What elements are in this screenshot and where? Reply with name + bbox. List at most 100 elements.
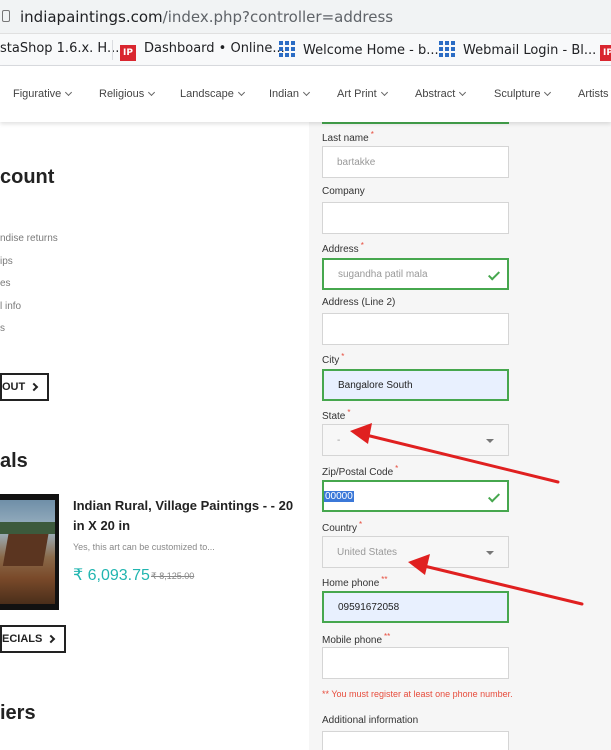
product-title[interactable]: Indian Rural, Village Paintings - - 20 i… (73, 496, 298, 536)
painting-thumbnail (0, 500, 55, 604)
chevron-right-icon (29, 382, 39, 392)
bookmark-prestashop[interactable]: estaShop 1.6.x. H... (0, 41, 119, 56)
account-link-slips[interactable]: ips (0, 256, 13, 267)
required-mark: ** (384, 632, 391, 641)
nav-label: Religious (99, 88, 145, 100)
nav-label: Art Print (337, 88, 377, 100)
grid-icon (439, 41, 455, 57)
bookmark-separator (112, 40, 113, 60)
nav-label: Landscape (180, 88, 234, 100)
url-text[interactable]: indiapaintings.com/index.php?controller=… (20, 8, 393, 26)
account-link-personal-info[interactable]: l info (0, 301, 21, 312)
dropdown-caret-icon (486, 551, 494, 555)
state-select[interactable]: - (322, 424, 509, 456)
chevron-down-icon (65, 88, 73, 97)
chevron-down-icon (237, 88, 245, 97)
account-link-returns[interactable]: ndise returns (0, 233, 58, 244)
required-mark: * (360, 241, 364, 250)
country-select[interactable]: United States (322, 536, 509, 568)
chevron-down-icon (544, 88, 552, 97)
bookmark-overflow[interactable]: IP (600, 41, 611, 61)
nav-art-print[interactable]: Art Print (337, 88, 388, 100)
additional-info-field[interactable] (322, 731, 509, 750)
site-nav: Figurative Religious Landscape Indian Ar… (0, 66, 611, 122)
nav-label: Artists (578, 88, 609, 100)
label-text: Home phone (322, 578, 380, 589)
suppliers-heading: iers (0, 702, 36, 724)
label-text: Address (322, 244, 359, 255)
account-link-addresses[interactable]: es (0, 278, 11, 289)
grid-icon (279, 41, 295, 57)
sign-out-button[interactable]: OUT (0, 373, 50, 401)
check-icon (487, 490, 501, 503)
mobile-phone-field[interactable] (322, 647, 509, 679)
address-form: Last name * bartakke Company Address * sug… (309, 118, 611, 750)
button-label: ECIALS (2, 633, 43, 645)
city-label: City * (322, 352, 344, 366)
nav-sculpture[interactable]: Sculpture (494, 88, 552, 100)
required-mark: * (370, 130, 374, 139)
field-value: 09591672058 (338, 601, 400, 613)
account-link-vouchers[interactable]: s (0, 323, 5, 334)
bookmark-welcome-home[interactable]: Welcome Home - b... (279, 41, 439, 58)
label-text: State (322, 411, 346, 422)
bookmark-dashboard[interactable]: IP Dashboard • Online... (120, 41, 285, 61)
bookmark-label: Dashboard • Online... (144, 41, 285, 56)
label-text: Mobile phone (322, 635, 383, 646)
nav-religious[interactable]: Religious (99, 88, 156, 100)
url-host: indiapaintings.com (20, 8, 163, 26)
check-icon (487, 268, 501, 281)
button-label: OUT (2, 381, 26, 393)
bookmark-webmail[interactable]: Webmail Login - Bl... (439, 41, 596, 58)
address2-label: Address (Line 2) (322, 297, 396, 308)
chevron-down-icon (380, 88, 388, 97)
lastname-label: Last name * (322, 130, 374, 144)
required-mark: * (359, 520, 363, 529)
bookmark-label: Welcome Home - b... (303, 43, 439, 58)
nav-figurative[interactable]: Figurative (13, 88, 73, 100)
field-value: sugandha patil mala (338, 268, 428, 280)
nav-label: Figurative (13, 88, 62, 100)
account-heading: count (0, 166, 55, 188)
nav-artists[interactable]: Artists (578, 88, 609, 100)
required-mark: * (395, 464, 399, 473)
required-mark: ** (381, 575, 388, 584)
bookmarks-bar: estaShop 1.6.x. H... IP Dashboard • Onlin… (0, 34, 611, 66)
product-image[interactable] (0, 494, 59, 610)
address-field[interactable]: sugandha patil mala (322, 258, 509, 290)
ip-logo-icon: IP (600, 45, 611, 61)
nav-indian[interactable]: Indian (269, 88, 311, 100)
field-value: - (337, 434, 341, 446)
lastname-field[interactable]: bartakke (322, 146, 509, 178)
nav-label: Sculpture (494, 88, 541, 100)
product-price: ₹ 6,093.75 (73, 567, 150, 584)
nav-abstract[interactable]: Abstract (415, 88, 467, 100)
company-label: Company (322, 186, 365, 197)
state-label: State * (322, 408, 350, 422)
additional-info-label: Additional information (322, 715, 419, 726)
address-bar[interactable]: indiapaintings.com/index.php?controller=… (0, 0, 611, 34)
phone-requirement-note: ** You must register at least one phone … (322, 689, 513, 699)
field-value: Bangalore South (338, 379, 413, 391)
product-description: Yes, this art can be customized to... (73, 542, 215, 552)
city-field[interactable]: Bangalore South (322, 369, 509, 401)
zip-field[interactable]: 00000 (322, 480, 509, 512)
nav-label: Indian (269, 88, 299, 100)
company-field[interactable] (322, 202, 509, 234)
all-specials-button[interactable]: ECIALS (0, 625, 67, 653)
country-label: Country * (322, 520, 362, 534)
zip-label: Zip/Postal Code * (322, 464, 398, 478)
specials-heading: als (0, 450, 28, 472)
chevron-right-icon (47, 634, 56, 644)
left-column: count ndise returns ips es l info s OUT … (0, 122, 308, 750)
label-text: City (322, 355, 340, 366)
label-text: Country (322, 523, 358, 534)
chevron-down-icon (302, 88, 311, 97)
home-phone-field[interactable]: 09591672058 (322, 591, 509, 623)
bookmark-label: estaShop 1.6.x. H... (0, 41, 120, 56)
required-mark: * (347, 408, 351, 417)
nav-landscape[interactable]: Landscape (180, 88, 245, 100)
product-old-price: ₹ 8,125.00 (151, 571, 195, 581)
address2-field[interactable] (322, 313, 509, 345)
required-mark: * (341, 352, 345, 361)
